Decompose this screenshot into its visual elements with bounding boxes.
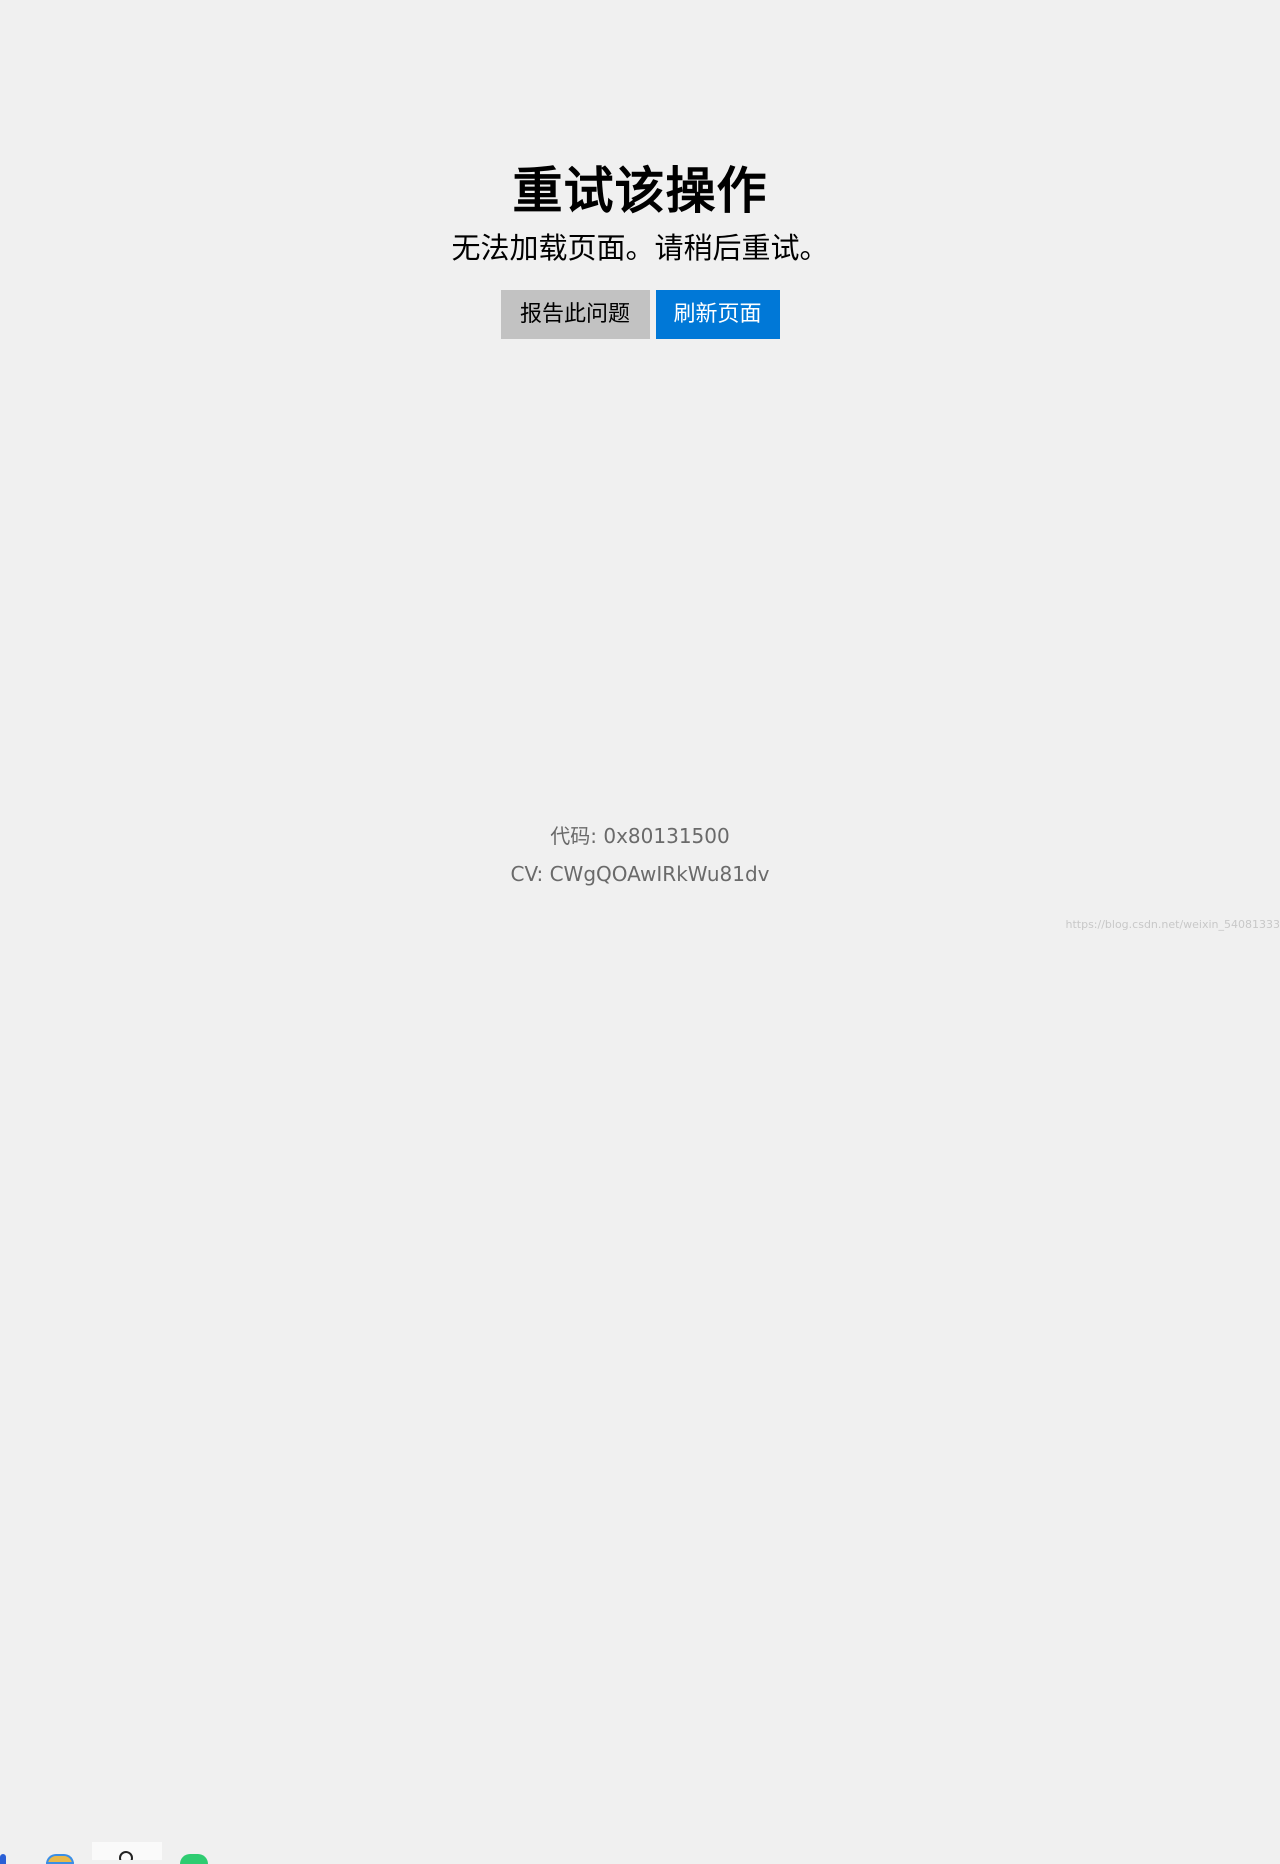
pin-icon bbox=[119, 1851, 133, 1864]
page-title: 重试该操作 bbox=[512, 162, 768, 220]
error-code: 代码: 0x80131500 bbox=[550, 824, 730, 848]
folder-icon[interactable] bbox=[46, 1854, 74, 1864]
correlation-vector: CV: CWgQOAwIRkWu81dv bbox=[510, 862, 770, 886]
app-icon[interactable] bbox=[0, 1854, 6, 1864]
error-content: 重试该操作 无法加载页面。请稍后重试。 报告此问题 刷新页面 bbox=[0, 158, 1280, 339]
active-taskbar-item[interactable] bbox=[92, 1842, 162, 1864]
taskbar bbox=[0, 920, 1280, 1864]
refresh-page-button[interactable]: 刷新页面 bbox=[655, 290, 780, 339]
chat-icon[interactable] bbox=[180, 1854, 208, 1864]
button-group: 报告此问题 刷新页面 bbox=[0, 290, 1280, 339]
error-message: 无法加载页面。请稍后重试。 bbox=[451, 231, 829, 265]
report-problem-button[interactable]: 报告此问题 bbox=[500, 290, 650, 339]
error-details: 代码: 0x80131500 CV: CWgQOAwIRkWu81dv bbox=[0, 822, 1280, 898]
